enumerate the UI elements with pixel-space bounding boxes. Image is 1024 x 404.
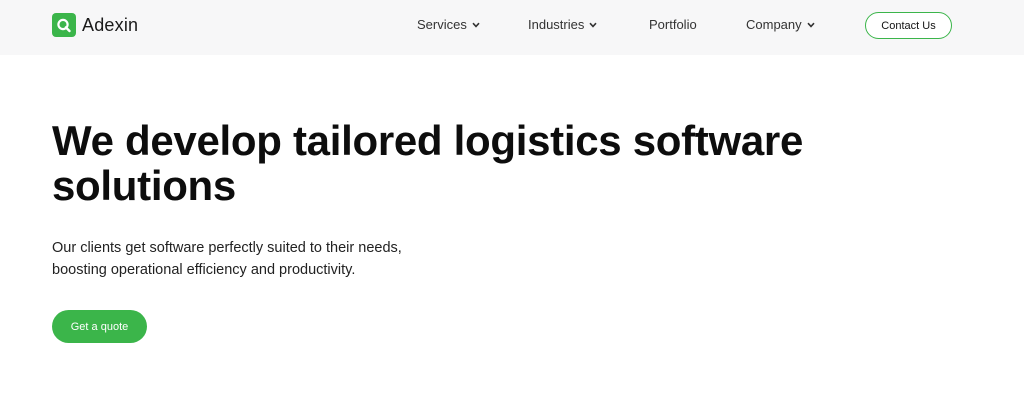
nav-item-services[interactable]: Services: [417, 17, 480, 32]
nav-item-label: Industries: [528, 17, 585, 32]
hero-subtitle-line: Our clients get software perfectly suite…: [52, 240, 402, 256]
nav-item-label: Services: [417, 17, 467, 32]
hero-title: We develop tailored logistics software s…: [52, 117, 804, 209]
hero-subtitle-line: boosting operational efficiency and prod…: [52, 262, 356, 278]
nav-item-company[interactable]: Company: [746, 17, 815, 32]
nav-item-industries[interactable]: Industries: [528, 17, 597, 32]
chevron-down-icon: [472, 22, 480, 28]
nav-item-label: Company: [746, 17, 802, 32]
site-header: Adexin Services Industries Portfolio Com…: [0, 0, 1024, 55]
brand-name: Adexin: [82, 14, 139, 35]
contact-us-button[interactable]: Contact Us: [865, 12, 952, 39]
nav-item-portfolio[interactable]: Portfolio: [649, 17, 697, 32]
get-a-quote-button[interactable]: Get a quote: [52, 310, 147, 343]
adexin-logo-icon: [52, 13, 76, 37]
chevron-down-icon: [807, 22, 815, 28]
chevron-down-icon: [589, 22, 597, 28]
nav-item-label: Portfolio: [649, 17, 697, 32]
brand-logo[interactable]: Adexin: [52, 13, 138, 37]
hero-subtitle: Our clients get software perfectly suite…: [52, 237, 472, 281]
